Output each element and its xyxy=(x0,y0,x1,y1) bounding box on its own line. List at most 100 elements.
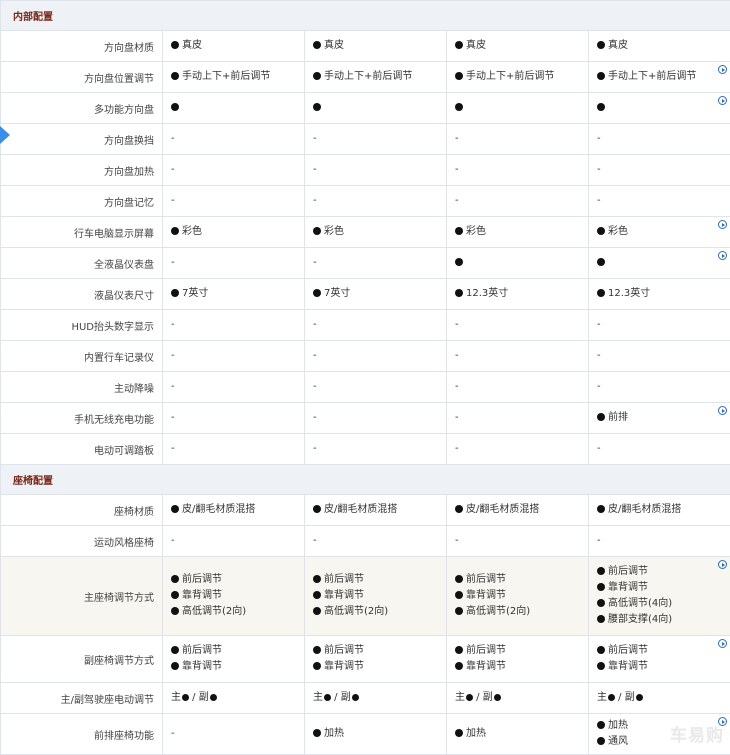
spec-row: 前排座椅功能-加热加热加热通风 xyxy=(1,714,730,755)
spec-label: 方向盘换挡 xyxy=(1,124,163,155)
bullet-dot-icon xyxy=(313,289,321,297)
bullet-dot-icon xyxy=(597,721,605,729)
expand-arrow-icon[interactable] xyxy=(718,251,727,260)
spec-value: - xyxy=(171,410,304,426)
spec-value: - xyxy=(313,348,446,364)
spec-value: - xyxy=(313,410,446,426)
spec-value: - xyxy=(313,441,446,457)
spec-value-cell: 皮/翻毛材质混搭 xyxy=(589,495,730,526)
spec-value-cell xyxy=(589,248,730,279)
spec-value xyxy=(597,100,712,116)
spec-value: - xyxy=(597,131,712,147)
spec-value-cell: - xyxy=(589,434,730,465)
spec-value: 7英寸 xyxy=(313,286,446,302)
spec-row: HUD抬头数字显示---- xyxy=(1,310,730,341)
spec-value-cell: - xyxy=(305,434,447,465)
spec-value-cell: 加热 xyxy=(447,714,589,755)
spec-value: - xyxy=(171,726,304,742)
spec-value xyxy=(313,100,446,116)
spec-value: 前后调节 xyxy=(313,643,446,659)
bullet-dot-icon xyxy=(455,662,463,670)
spec-value-cell: 前后调节靠背调节高低调节(2向) xyxy=(163,557,305,636)
spec-value: 靠背调节 xyxy=(171,588,304,604)
spec-row: 副座椅调节方式前后调节靠背调节前后调节靠背调节前后调节靠背调节前后调节靠背调节 xyxy=(1,636,730,683)
expand-arrow-icon[interactable] xyxy=(718,639,727,648)
spec-value: - xyxy=(455,131,588,147)
spec-value-cell: 前后调节靠背调节高低调节(4向)腰部支撑(4向) xyxy=(589,557,730,636)
spec-value-cell: - xyxy=(163,248,305,279)
section-header: 座椅配置 xyxy=(1,465,730,495)
spec-value: 手动上下+前后调节 xyxy=(171,69,304,85)
spec-value-cell: - xyxy=(163,403,305,434)
spec-value-cell: 手动上下+前后调节 xyxy=(589,62,730,93)
spec-value: 手动上下+前后调节 xyxy=(455,69,588,85)
bullet-dot-icon xyxy=(455,41,463,49)
spec-value-cell: - xyxy=(447,372,589,403)
spec-value-cell: 皮/翻毛材质混搭 xyxy=(447,495,589,526)
spec-value-cell: - xyxy=(447,155,589,186)
bullet-dot-icon xyxy=(597,737,605,745)
spec-value: 彩色 xyxy=(313,224,446,240)
spec-value-cell xyxy=(447,93,589,124)
spec-value xyxy=(597,255,712,271)
spec-label: 行车电脑显示屏幕 xyxy=(1,217,163,248)
spec-value: - xyxy=(171,348,304,364)
spec-row: 运动风格座椅---- xyxy=(1,526,730,557)
spec-value: - xyxy=(455,193,588,209)
spec-value-cell: 皮/翻毛材质混搭 xyxy=(305,495,447,526)
bullet-dot-icon xyxy=(455,729,463,737)
spec-value-cell: - xyxy=(163,186,305,217)
spec-label: 副座椅调节方式 xyxy=(1,636,163,683)
spec-value-cell: - xyxy=(305,526,447,557)
spec-label: 液晶仪表尺寸 xyxy=(1,279,163,310)
expand-arrow-icon[interactable] xyxy=(718,560,727,569)
expand-arrow-icon[interactable] xyxy=(718,220,727,229)
spec-value: 主 / 副 xyxy=(313,690,446,706)
spec-value: - xyxy=(455,379,588,395)
spec-value: - xyxy=(171,317,304,333)
spec-value-cell: 前后调节靠背调节 xyxy=(305,636,447,683)
spec-value: - xyxy=(171,162,304,178)
spec-label: 方向盘加热 xyxy=(1,155,163,186)
spec-value-cell: - xyxy=(589,155,730,186)
spec-value: 前后调节 xyxy=(455,643,588,659)
spec-value: - xyxy=(313,379,446,395)
spec-value-cell: - xyxy=(305,248,447,279)
bullet-dot-icon xyxy=(455,258,463,266)
bullet-dot-icon xyxy=(324,694,331,701)
bullet-dot-icon xyxy=(597,41,605,49)
bullet-dot-icon xyxy=(636,694,643,701)
spec-value: 彩色 xyxy=(455,224,588,240)
spec-value-cell: - xyxy=(447,434,589,465)
spec-value: - xyxy=(171,533,304,549)
bullet-dot-icon xyxy=(171,505,179,513)
spec-value: - xyxy=(313,193,446,209)
spec-value-cell: - xyxy=(447,310,589,341)
spec-value-cell xyxy=(589,93,730,124)
spec-value xyxy=(171,100,304,116)
spec-row: 电动可调踏板---- xyxy=(1,434,730,465)
spec-value-cell: 皮/翻毛材质混搭 xyxy=(163,495,305,526)
spec-value-cell: - xyxy=(163,124,305,155)
spec-value-cell: - xyxy=(447,341,589,372)
spec-value-cell: 主 / 副 xyxy=(447,683,589,714)
expand-arrow-icon[interactable] xyxy=(718,96,727,105)
expand-arrow-icon[interactable] xyxy=(718,65,727,74)
spec-label: 内置行车记录仪 xyxy=(1,341,163,372)
spec-value-cell xyxy=(305,93,447,124)
spec-value-cell: - xyxy=(589,124,730,155)
section-header: 内部配置 xyxy=(1,1,730,31)
spec-value: - xyxy=(597,348,712,364)
spec-value: 前后调节 xyxy=(455,572,588,588)
spec-value-cell: 12.3英寸 xyxy=(447,279,589,310)
spec-value-cell: 主 / 副 xyxy=(589,683,730,714)
spec-label: 手机无线充电功能 xyxy=(1,403,163,434)
spec-value-cell: - xyxy=(305,403,447,434)
bullet-dot-icon xyxy=(597,227,605,235)
spec-value-cell: 前后调节靠背调节高低调节(2向) xyxy=(447,557,589,636)
spec-value: 前后调节 xyxy=(171,643,304,659)
spec-value: - xyxy=(455,317,588,333)
bullet-dot-icon xyxy=(597,662,605,670)
spec-value-cell xyxy=(447,248,589,279)
expand-arrow-icon[interactable] xyxy=(718,406,727,415)
